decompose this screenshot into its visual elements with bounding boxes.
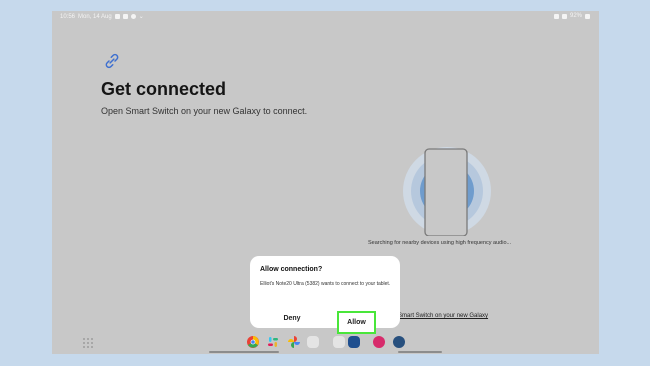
allow-button[interactable]: Allow <box>337 311 376 334</box>
status-time: 10:56 <box>60 13 76 20</box>
status-date: Mon, 14 Aug <box>78 13 112 20</box>
slack-icon[interactable] <box>267 336 279 348</box>
tablet-screen: 10:56 Mon, 14 Aug ⌄ 92% Get connected Op… <box>52 11 599 354</box>
nav-handle-left <box>209 351 279 353</box>
battery-percent: 92% <box>569 13 582 19</box>
allow-connection-dialog: Allow connection? Elliot's Note20 Ultra … <box>250 256 400 334</box>
mute-icon <box>561 13 567 19</box>
battery-icon <box>585 13 590 19</box>
searching-phone-illustration <box>403 147 491 236</box>
app-drawer-icon[interactable] <box>83 338 93 348</box>
status-bar: 10:56 Mon, 14 Aug ⌄ 92% <box>52 11 599 22</box>
dialog-title: Allow connection? <box>260 266 323 273</box>
bluetooth-icon <box>553 13 559 19</box>
link-icon <box>105 53 119 69</box>
news-app-icon[interactable] <box>348 336 360 348</box>
photos-icon[interactable] <box>288 336 300 348</box>
page-subtitle: Open Smart Switch on your new Galaxy to … <box>101 106 308 116</box>
searching-status-text: Searching for nearby devices using high … <box>368 240 512 246</box>
smart-switch-link[interactable]: Smart Switch on your new Galaxy <box>398 313 488 319</box>
chrome-icon[interactable] <box>247 336 259 348</box>
mail-notification-icon <box>122 14 128 19</box>
taskbar <box>52 333 599 354</box>
sync-notification-icon <box>130 14 136 19</box>
dialog-message: Elliot's Note20 Ultra (5382) wants to co… <box>260 281 391 287</box>
page-title: Get connected <box>101 79 227 99</box>
phone-outline-icon <box>424 148 468 236</box>
app-folder-icon[interactable] <box>333 336 345 348</box>
gallery-notification-icon <box>114 14 120 19</box>
settings-icon[interactable] <box>393 336 405 348</box>
nav-handle-right <box>398 351 442 353</box>
deny-button[interactable]: Deny <box>272 313 312 325</box>
flower-app-icon[interactable] <box>373 336 385 348</box>
apps-folder-icon[interactable] <box>307 336 319 348</box>
more-notifications-icon: ⌄ <box>138 14 144 20</box>
